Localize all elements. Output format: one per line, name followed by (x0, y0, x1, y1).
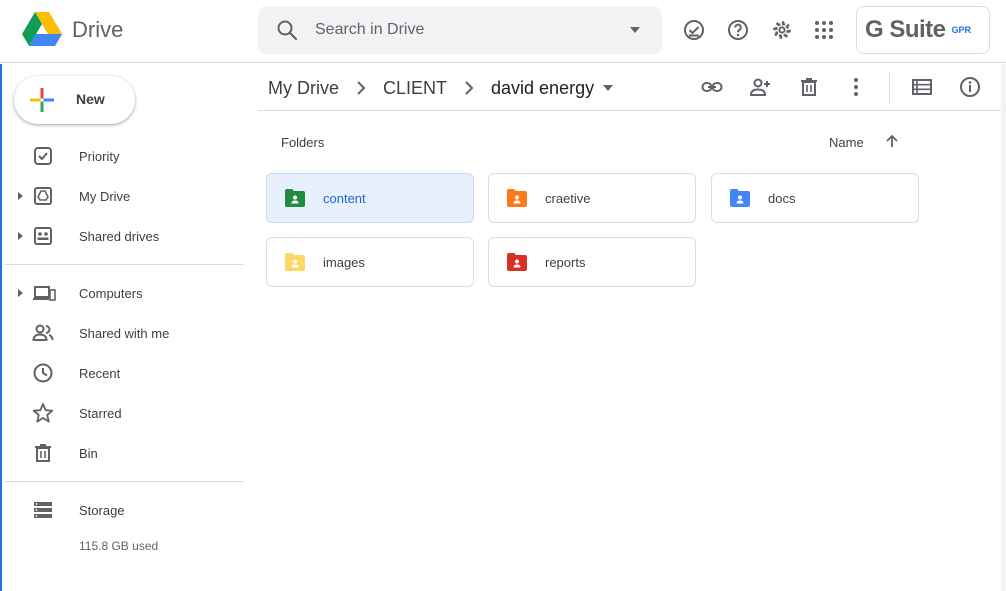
sidebar-item-priority[interactable]: Priority (2, 138, 244, 174)
sidebar-item-storage[interactable]: Storage (2, 492, 244, 528)
folder-item[interactable]: craetive (488, 173, 696, 223)
storage-icon (34, 502, 52, 518)
shared-folder-icon (285, 253, 305, 271)
sort-by-name-button[interactable]: Name (829, 135, 864, 150)
sidebar-item-computers[interactable]: Computers (2, 275, 244, 311)
sidebar-divider (4, 264, 244, 265)
folder-name: craetive (545, 191, 591, 206)
shared-with-me-icon (32, 324, 54, 341)
more-options-icon[interactable] (845, 76, 867, 98)
shared-folder-icon (507, 189, 527, 207)
sidebar-item-recent[interactable]: Recent (2, 355, 244, 391)
new-button[interactable]: New (14, 76, 135, 124)
star-icon (32, 403, 54, 423)
section-title-folders: Folders (281, 135, 325, 150)
shared-folder-icon (507, 253, 527, 271)
breadcrumb: My Drive CLIENT david energy (268, 76, 614, 100)
sidebar-item-label: Bin (79, 446, 98, 461)
folder-item[interactable]: docs (711, 173, 919, 223)
sidebar-item-label: Starred (79, 406, 122, 421)
storage-used-text: 115.8 GB used (79, 539, 159, 553)
sidebar-item-shared-with-me[interactable]: Shared with me (2, 315, 244, 351)
search-input[interactable]: Search in Drive (315, 21, 424, 39)
header-divider (258, 110, 1006, 111)
gsuite-account-badge[interactable]: G Suite GPR (856, 6, 990, 54)
folder-name: reports (545, 255, 586, 270)
scrollbar-track[interactable] (1001, 64, 1006, 591)
sidebar-item-label: Shared with me (79, 326, 170, 341)
offline-ready-icon[interactable] (682, 18, 706, 42)
sidebar-item-my-drive[interactable]: My Drive (2, 178, 244, 214)
breadcrumb-item-my-drive[interactable]: My Drive (268, 78, 339, 99)
gsuite-partner-logo: GPR (951, 25, 972, 35)
chevron-down-icon[interactable] (602, 82, 614, 94)
search-bar[interactable]: Search in Drive (258, 6, 662, 54)
shared-drives-icon (34, 227, 52, 245)
list-view-icon[interactable] (911, 76, 933, 98)
my-drive-icon (34, 187, 52, 205)
sidebar-item-shared-drives[interactable]: Shared drives (2, 218, 244, 254)
sidebar-item-label: Shared drives (79, 229, 160, 244)
gsuite-label: G Suite (865, 16, 946, 43)
top-bar: Drive Search in Drive G Suite GPR (0, 0, 1006, 63)
breadcrumb-current-folder[interactable]: david energy (491, 78, 594, 99)
computers-icon (33, 286, 56, 301)
sidebar-item-label: Recent (79, 366, 121, 381)
info-icon[interactable] (959, 76, 981, 98)
sidebar: New Priority My Drive Shared drives Comp… (0, 64, 256, 591)
drive-logo[interactable]: Drive (22, 12, 123, 48)
folder-item[interactable]: reports (488, 237, 696, 287)
trash-icon[interactable] (798, 76, 820, 98)
link-icon[interactable] (701, 76, 723, 98)
sidebar-item-label: Priority (79, 149, 120, 164)
drive-logo-icon (22, 12, 62, 46)
folder-name: images (323, 255, 365, 270)
priority-icon (34, 147, 52, 165)
chevron-right-icon (465, 81, 474, 95)
folder-name: docs (768, 191, 796, 206)
shared-folder-icon (285, 189, 305, 207)
trash-icon (35, 444, 51, 462)
sidebar-item-label: My Drive (79, 189, 131, 204)
chevron-right-icon (357, 81, 366, 95)
sidebar-divider (4, 481, 244, 482)
arrow-up-icon[interactable] (884, 133, 900, 149)
sidebar-item-starred[interactable]: Starred (2, 395, 244, 431)
new-button-label: New (76, 91, 105, 107)
add-person-icon[interactable] (749, 76, 771, 98)
folder-item[interactable]: content (266, 173, 474, 223)
plus-icon (30, 88, 54, 112)
breadcrumb-item-client[interactable]: CLIENT (383, 78, 447, 99)
settings-gear-icon[interactable] (770, 18, 794, 42)
sidebar-item-label: Computers (79, 286, 143, 301)
expand-arrow-icon[interactable] (15, 288, 25, 298)
help-icon[interactable] (726, 18, 750, 42)
app-name: Drive (72, 17, 124, 42)
toolbar-divider (889, 71, 890, 103)
apps-grid-icon[interactable] (812, 18, 836, 42)
folder-name: content (323, 191, 366, 206)
sidebar-item-label: Storage (79, 503, 125, 518)
search-options-icon[interactable] (628, 23, 642, 37)
search-icon[interactable] (275, 18, 299, 42)
folder-item[interactable]: images (266, 237, 474, 287)
expand-arrow-icon[interactable] (15, 191, 25, 201)
sidebar-item-bin[interactable]: Bin (2, 435, 244, 471)
expand-arrow-icon[interactable] (15, 231, 25, 241)
shared-folder-icon (730, 189, 750, 207)
clock-icon (33, 363, 53, 383)
